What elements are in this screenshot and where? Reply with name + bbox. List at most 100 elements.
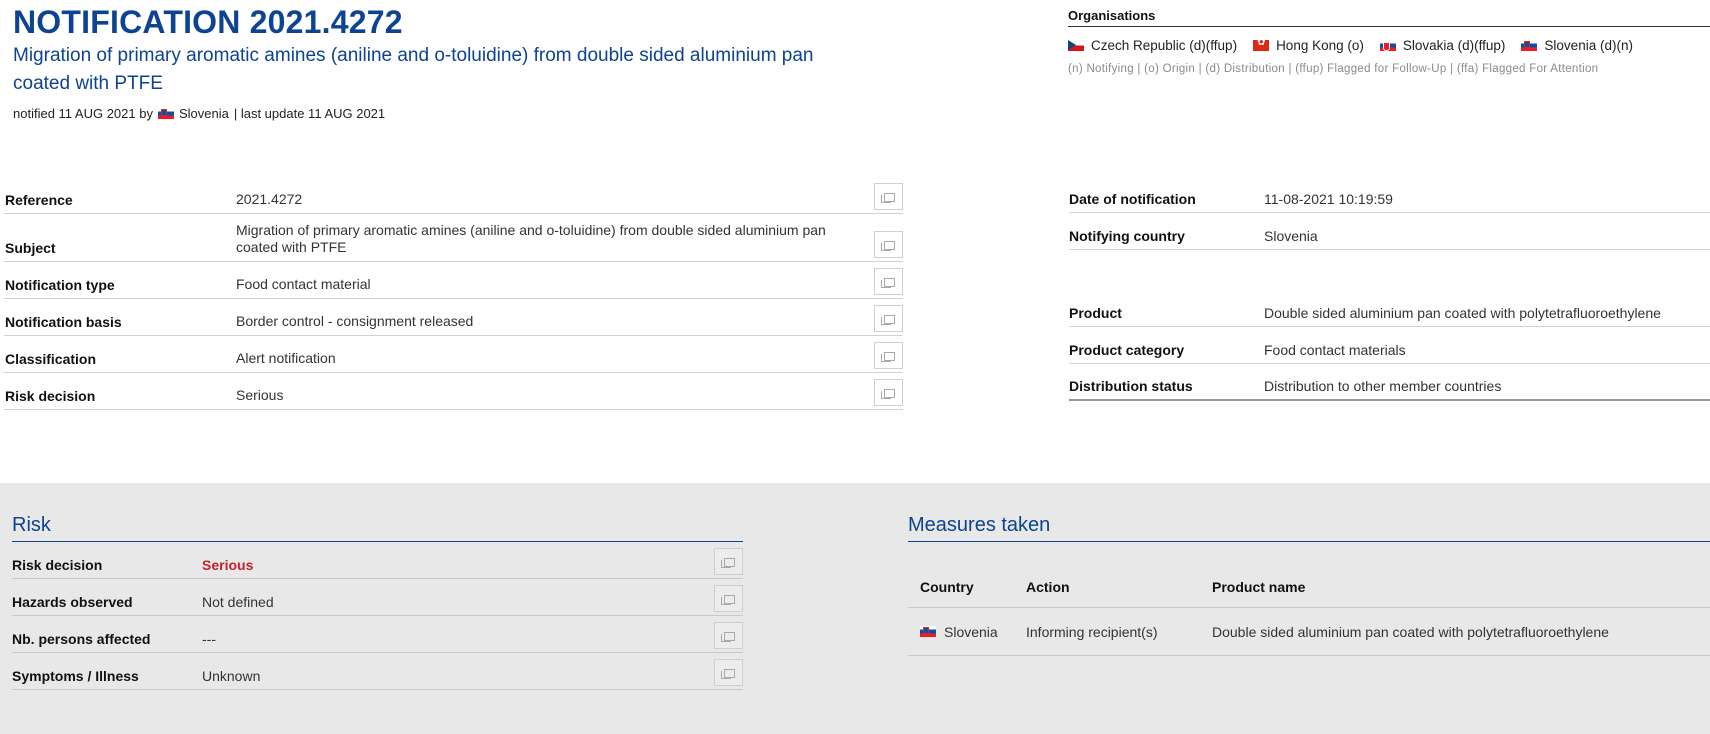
detail-row-date-of-notification: Date of notification 11-08-2021 10:19:59	[1069, 186, 1710, 213]
column-header-product-name: Product name	[1212, 579, 1306, 595]
copy-icon	[721, 558, 735, 568]
detail-value: Alert notification	[236, 350, 336, 366]
column-header-country: Country	[920, 579, 974, 595]
detail-value: Migration of primary aromatic amines (an…	[236, 222, 826, 255]
detail-label: Distribution status	[1069, 378, 1193, 394]
detail-row-subject: Subject Migration of primary aromatic am…	[4, 214, 903, 262]
org-label: Hong Kong (o)	[1276, 38, 1364, 53]
risk-panel: Risk Risk decision Serious Hazards obser…	[12, 514, 743, 690]
czech-flag-icon	[1068, 40, 1084, 51]
copy-icon	[881, 389, 895, 399]
hong-kong-flag-icon	[1253, 40, 1270, 51]
org-item-slovenia: Slovenia (d)(n)	[1521, 38, 1633, 53]
detail-label: Notification basis	[5, 314, 122, 330]
copy-button[interactable]	[874, 342, 903, 369]
copy-icon	[721, 632, 735, 642]
product-details-table: Date of notification 11-08-2021 10:19:59…	[1069, 186, 1710, 401]
page-title: NOTIFICATION 2021.4272	[13, 4, 403, 40]
notification-header: NOTIFICATION 2021.4272 Migration of prim…	[13, 4, 893, 121]
detail-row-risk-decision: Risk decision Serious	[4, 373, 903, 410]
copy-icon	[721, 669, 735, 679]
risk-row-persons-affected: Nb. persons affected ---	[12, 616, 743, 653]
detail-row-notification-type: Notification type Food contact material	[4, 262, 903, 299]
column-header-action: Action	[1026, 579, 1070, 595]
risk-value: Unknown	[202, 668, 261, 684]
copy-button[interactable]	[874, 305, 903, 332]
risk-row-decision: Risk decision Serious	[12, 542, 743, 579]
measure-product-name: Double sided aluminium pan coated with p…	[1212, 623, 1609, 640]
organisations-panel: Organisations Czech Republic (d)(ffup) H…	[1068, 8, 1710, 75]
copy-icon	[721, 595, 735, 605]
detail-row-product: Product Double sided aluminium pan coate…	[1069, 250, 1710, 327]
copy-icon	[881, 241, 895, 251]
detail-label: Classification	[5, 351, 97, 367]
detail-label: Reference	[5, 192, 73, 208]
risk-label: Nb. persons affected	[12, 631, 151, 647]
notification-meta: notified 11 AUG 2021 by Slovenia | last …	[13, 106, 893, 121]
detail-label: Product category	[1069, 342, 1185, 358]
risk-label: Symptoms / Illness	[12, 668, 139, 684]
detail-value: Serious	[236, 387, 284, 403]
detail-row-product-category: Product category Food contact materials	[1069, 327, 1710, 364]
risk-row-symptoms: Symptoms / Illness Unknown	[12, 653, 743, 690]
detail-row-classification: Classification Alert notification	[4, 336, 903, 373]
copy-button[interactable]	[714, 585, 743, 612]
detail-label: Date of notification	[1069, 191, 1196, 207]
page-subtitle: Migration of primary aromatic amines (an…	[13, 45, 814, 94]
table-row: Slovenia Informing recipient(s) Double s…	[908, 608, 1710, 656]
last-update: | last update 11 AUG 2021	[233, 106, 386, 121]
detail-value: Border control - consignment released	[236, 313, 474, 329]
org-label: Slovakia (d)(ffup)	[1402, 38, 1506, 53]
measure-action: Informing recipient(s)	[1026, 623, 1158, 640]
risk-value: ---	[202, 631, 216, 647]
copy-button[interactable]	[874, 379, 903, 406]
notified-prefix: notified 11 AUG 2021 by	[13, 106, 153, 121]
detail-value: 11-08-2021 10:19:59	[1264, 191, 1393, 207]
detail-label: Risk decision	[5, 388, 96, 404]
detail-row-notifying-country: Notifying country Slovenia	[1069, 213, 1710, 250]
copy-button[interactable]	[714, 659, 743, 686]
detail-label: Subject	[5, 240, 56, 256]
detail-label: Notification type	[5, 277, 115, 293]
measures-title: Measures taken	[908, 514, 1710, 542]
copy-icon	[881, 315, 895, 325]
notified-country: Slovenia	[178, 106, 229, 121]
detail-label: Product	[1069, 305, 1122, 321]
detail-label: Notifying country	[1069, 228, 1185, 244]
copy-button[interactable]	[874, 231, 903, 258]
risk-value-serious: Serious	[202, 557, 254, 573]
detail-value: Distribution to other member countries	[1264, 378, 1502, 394]
copy-button[interactable]	[714, 622, 743, 649]
copy-button[interactable]	[874, 183, 903, 210]
risk-value: Not defined	[202, 594, 274, 610]
copy-button[interactable]	[874, 268, 903, 295]
copy-icon	[881, 352, 895, 362]
organisations-list: Czech Republic (d)(ffup) Hong Kong (o) S…	[1068, 38, 1710, 53]
org-item-czech-republic: Czech Republic (d)(ffup)	[1068, 38, 1237, 53]
detail-value: Slovenia	[1264, 228, 1318, 244]
detail-row-distribution-status: Distribution status Distribution to othe…	[1069, 364, 1710, 401]
detail-value: Double sided aluminium pan coated with p…	[1264, 305, 1661, 321]
measure-country: Slovenia	[908, 624, 1026, 640]
slovenia-flag-icon	[1521, 40, 1538, 51]
slovakia-flag-icon	[1379, 40, 1396, 51]
detail-value: Food contact material	[236, 276, 371, 292]
copy-icon	[881, 193, 895, 203]
organisations-legend: (n) Notifying | (o) Origin | (d) Distrib…	[1068, 63, 1599, 75]
measure-country-label: Slovenia	[944, 623, 998, 640]
slovenia-flag-icon	[920, 626, 936, 637]
slovenia-flag-icon	[157, 108, 174, 119]
detail-value: 2021.4272	[236, 191, 303, 207]
measures-table-header: Country Action Product name	[908, 542, 1710, 608]
org-item-slovakia: Slovakia (d)(ffup)	[1379, 38, 1506, 53]
detail-row-reference: Reference 2021.4272	[4, 183, 903, 214]
copy-icon	[881, 278, 895, 288]
measures-panel: Measures taken Country Action Product na…	[908, 514, 1710, 656]
risk-label: Hazards observed	[12, 594, 133, 610]
detail-value: Food contact materials	[1264, 342, 1406, 358]
notification-details-table: Reference 2021.4272 Subject Migration of…	[4, 183, 903, 410]
copy-button[interactable]	[714, 548, 743, 575]
risk-title: Risk	[12, 514, 743, 542]
org-label: Czech Republic (d)(ffup)	[1091, 38, 1238, 53]
organisations-title: Organisations	[1068, 8, 1710, 27]
